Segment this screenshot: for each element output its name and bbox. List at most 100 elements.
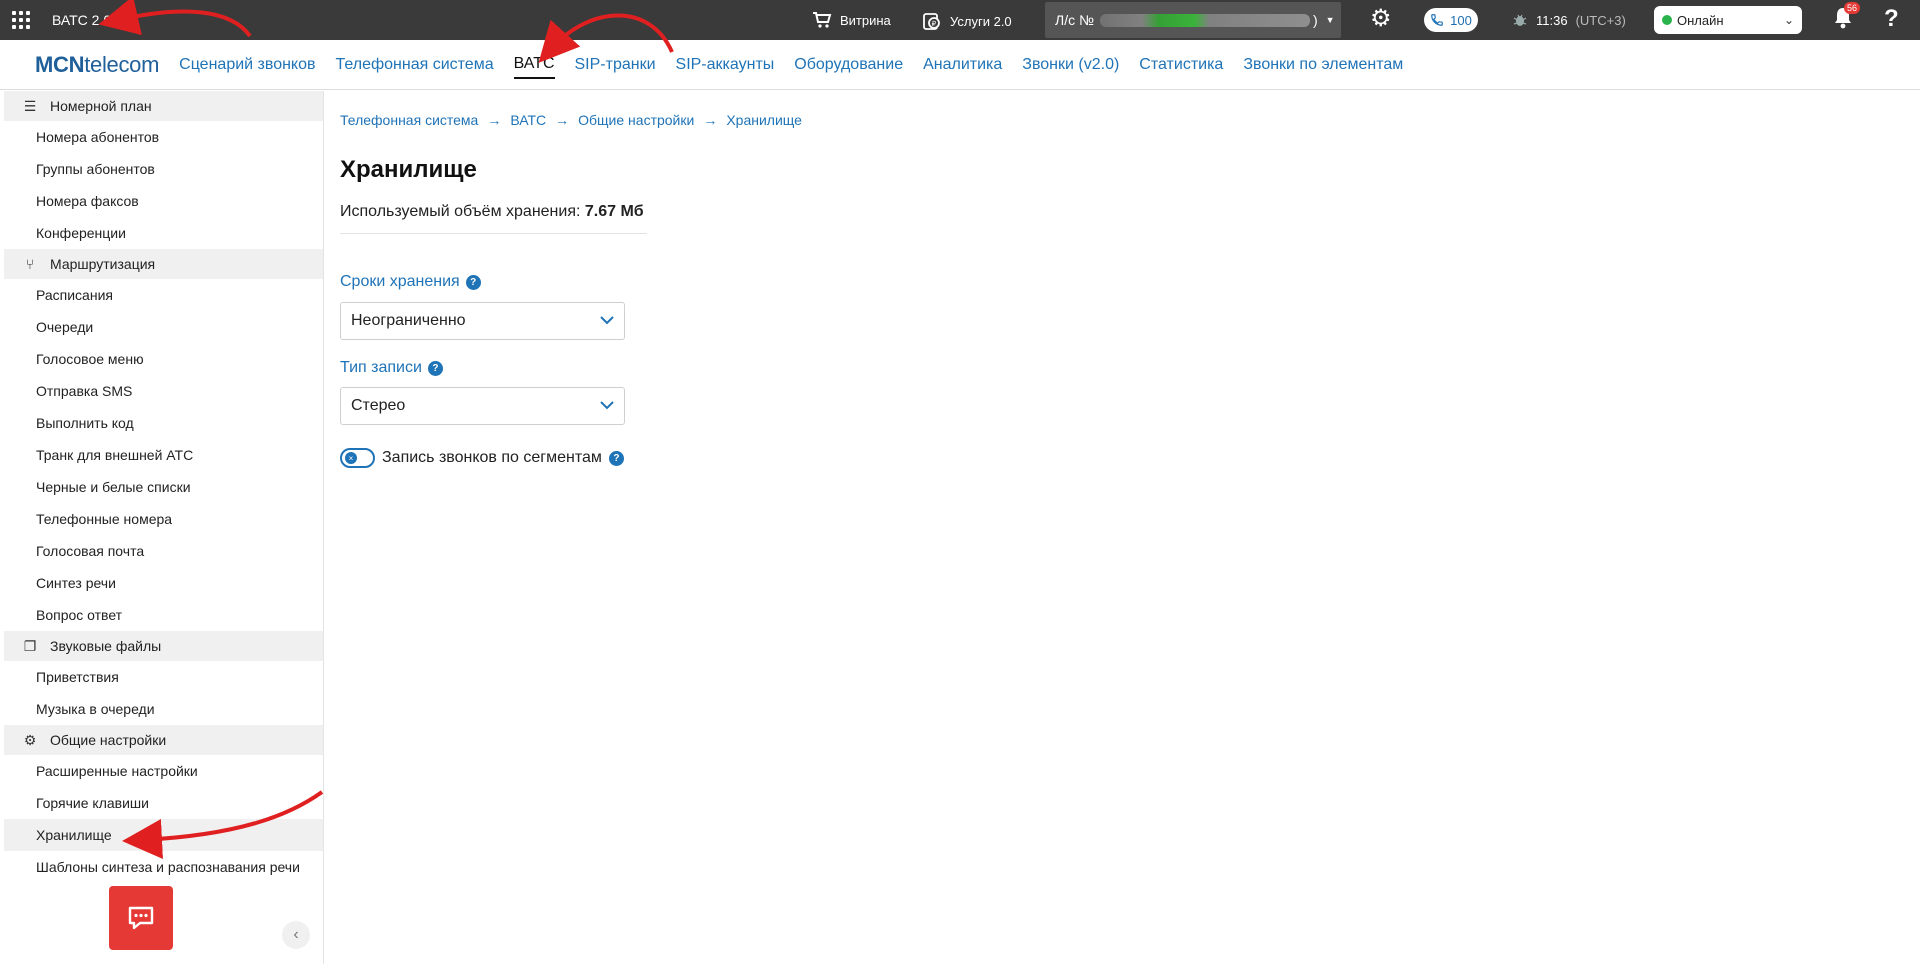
help-question-icon[interactable]: ? [608, 450, 624, 466]
arrow-right-icon: → [555, 112, 570, 128]
sidebar-item[interactable]: Вопрос ответ [4, 599, 323, 631]
sidebar-section-audio-files[interactable]: ❐ Звуковые файлы [4, 631, 323, 661]
sidebar-item[interactable]: Номера абонентов [4, 121, 323, 153]
nav-statistics[interactable]: Статистика [1139, 52, 1223, 78]
record-type-select-value: Стерео [351, 397, 406, 414]
sidebar-item[interactable]: Телефонные номера [4, 503, 323, 535]
collapse-sidebar-chevron-left-icon[interactable]: ‹ [282, 921, 310, 949]
sidebar-item[interactable]: Расширенные настройки [4, 755, 323, 787]
sidebar-item-storage[interactable]: Хранилище [4, 819, 323, 851]
calls-counter[interactable]: 100 [1424, 8, 1478, 32]
help-question-icon[interactable]: ? [427, 360, 443, 376]
arrow-right-icon: → [703, 112, 718, 128]
settings-gear-icon[interactable]: ⚙ [1370, 7, 1392, 31]
sidebar-item[interactable]: Горячие клавиши [4, 787, 323, 819]
nav-equipment[interactable]: Оборудование [794, 52, 903, 78]
sidebar-section-label: Общие настройки [50, 732, 167, 748]
app-title[interactable]: ВАТС 2.0 [52, 12, 111, 28]
sidebar-item[interactable]: Голосовая почта [4, 535, 323, 567]
nav-vats[interactable]: ВАТС [513, 51, 555, 79]
svg-text:₽: ₽ [932, 20, 937, 28]
services-button[interactable]: ₽ Услуги 2.0 [922, 11, 1012, 31]
nav-sip-accounts[interactable]: SIP-аккаунты [676, 52, 775, 78]
main-content: Телефонная система → ВАТС → Общие настро… [340, 90, 1900, 960]
sidebar-item[interactable]: Отправка SMS [4, 375, 323, 407]
clock: 11:36 (UTC+3) [1512, 12, 1626, 28]
retention-select[interactable]: Неограниченно [340, 302, 625, 340]
sidebar-item[interactable]: Очереди [4, 311, 323, 343]
caret-down-icon: ▼ [1325, 15, 1335, 25]
retention-label-text: Сроки хранения [340, 273, 460, 290]
sidebar-section-routing[interactable]: ⑂ Маршрутизация [4, 249, 323, 279]
calls-count: 100 [1450, 12, 1472, 28]
storefront-label: Витрина [840, 12, 891, 28]
sidebar-section-label: Номерной план [50, 98, 152, 114]
record-type-label-text: Тип записи [340, 359, 422, 376]
nav-analytics[interactable]: Аналитика [923, 52, 1002, 78]
help-icon[interactable]: ? [1884, 5, 1899, 33]
breadcrumb: Телефонная система → ВАТС → Общие настро… [340, 112, 802, 128]
apps-grid-icon[interactable] [12, 11, 30, 29]
sidebar-section-label: Звуковые файлы [50, 638, 162, 654]
account-selector[interactable]: Л/с № ) ▼ [1045, 2, 1341, 38]
toggle-off-x-icon: × [345, 452, 357, 464]
account-prefix: Л/с № [1055, 12, 1094, 28]
clock-time: 11:36 [1536, 12, 1568, 28]
breadcrumb-item[interactable]: Общие настройки [578, 112, 694, 128]
retention-field-label: Сроки хранения ? [340, 273, 481, 291]
list-icon: ☰ [23, 97, 37, 114]
sidebar-item[interactable]: Номера факсов [4, 185, 323, 217]
sidebar-item[interactable]: Голосовое меню [4, 343, 323, 375]
sidebar-item[interactable]: Группы абонентов [4, 153, 323, 185]
nav-call-scenario[interactable]: Сценарий звонков [179, 52, 315, 78]
chevron-down-icon [600, 397, 614, 415]
retention-select-value: Неограниченно [351, 312, 466, 329]
services-label: Услуги 2.0 [950, 13, 1012, 29]
nav-phone-system[interactable]: Телефонная система [336, 52, 494, 78]
storage-usage: Используемый объём хранения: 7.67 Мб [340, 203, 647, 234]
sidebar-item[interactable]: Музыка в очереди [4, 693, 323, 725]
sidebar-item[interactable]: Приветствия [4, 661, 323, 693]
nav-calls-by-elements[interactable]: Звонки по элементам [1243, 52, 1403, 78]
record-type-select[interactable]: Стерео [340, 387, 625, 425]
arrow-right-icon: → [487, 112, 502, 128]
sidebar-item[interactable]: Выполнить код [4, 407, 323, 439]
gear-icon: ⚙ [23, 731, 37, 748]
status-online-dot [1662, 15, 1672, 25]
status-label: Онлайн [1677, 12, 1724, 28]
segment-recording-toggle[interactable]: × [340, 448, 375, 468]
storefront-button[interactable]: Витрина [812, 11, 891, 29]
account-suffix: ) [1313, 12, 1318, 28]
chat-button[interactable] [109, 886, 173, 950]
sidebar-section-numbering[interactable]: ☰ Номерной план [4, 91, 323, 121]
record-type-field-label: Тип записи ? [340, 359, 443, 377]
main-nav: MCNtelecom Сценарий звонков Телефонная с… [0, 40, 1920, 90]
storage-usage-label: Используемый объём хранения: [340, 203, 581, 220]
sidebar-item[interactable]: Шаблоны синтеза и распознавания речи [4, 851, 323, 883]
nav-calls-v2[interactable]: Звонки (v2.0) [1022, 52, 1119, 78]
nav-sip-trunks[interactable]: SIP-транки [575, 52, 656, 78]
sidebar-section-general-settings[interactable]: ⚙ Общие настройки [4, 725, 323, 755]
chat-icon [128, 906, 154, 930]
bug-icon [1513, 14, 1527, 26]
status-select[interactable]: Онлайн ⌄ [1654, 6, 1802, 34]
breadcrumb-item[interactable]: ВАТС [510, 112, 546, 128]
chevron-down-icon [600, 312, 614, 330]
sidebar-item[interactable]: Черные и белые списки [4, 471, 323, 503]
mcn-logo[interactable]: MCNtelecom [35, 52, 159, 78]
sidebar-item[interactable]: Транк для внешней АТС [4, 439, 323, 471]
breadcrumb-item[interactable]: Телефонная система [340, 112, 478, 128]
services-icon: ₽ [923, 13, 940, 30]
routing-icon: ⑂ [25, 256, 35, 272]
phone-icon [1431, 14, 1443, 26]
audio-files-icon: ❐ [23, 637, 37, 654]
storage-usage-value: 7.67 Мб [584, 203, 644, 220]
help-question-icon[interactable]: ? [465, 274, 481, 290]
clock-timezone: (UTC+3) [1575, 12, 1626, 28]
sidebar-item[interactable]: Конференции [4, 217, 323, 249]
sidebar: ☰ Номерной план Номера абонентов Группы … [4, 91, 324, 964]
breadcrumb-item[interactable]: Хранилище [726, 112, 802, 128]
notifications-bell-icon[interactable]: 56 [1832, 2, 1861, 36]
sidebar-item[interactable]: Расписания [4, 279, 323, 311]
sidebar-item[interactable]: Синтез речи [4, 567, 323, 599]
